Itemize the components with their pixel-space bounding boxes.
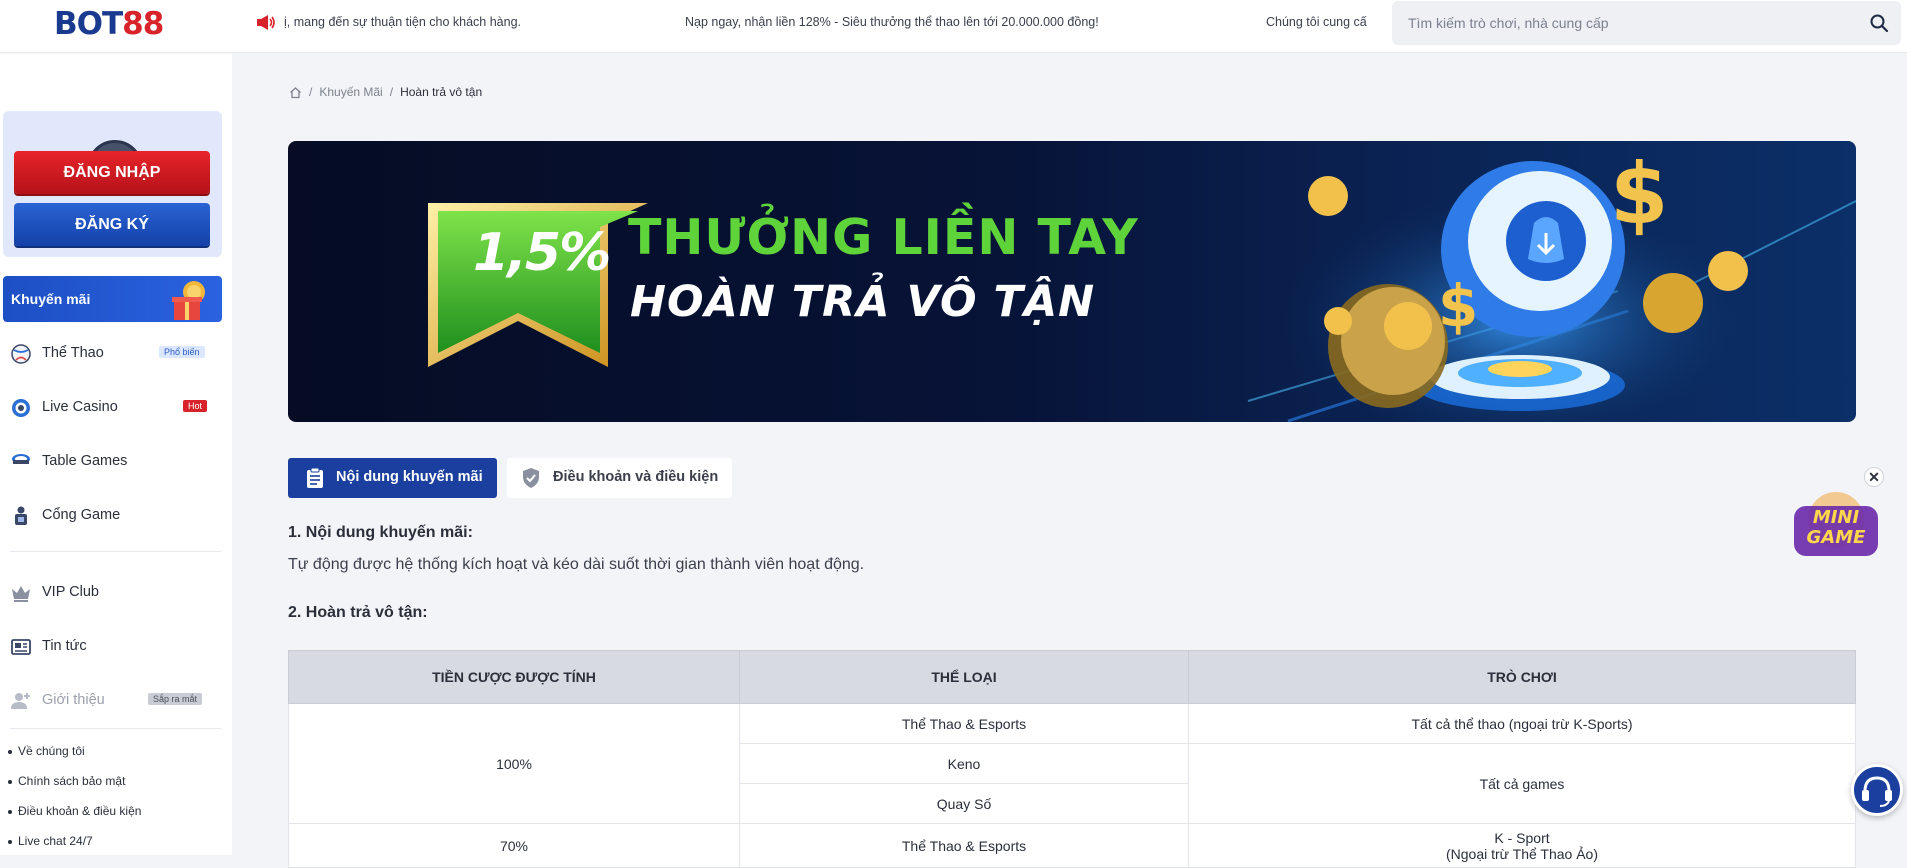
home-icon[interactable] <box>289 86 302 99</box>
svg-text:$: $ <box>1438 272 1478 340</box>
sidebar-item-game-portal[interactable]: Cổng Game <box>0 495 232 535</box>
crown-icon <box>12 586 30 602</box>
section-title-content: 1. Nội dung khuyến mãi: <box>288 524 473 541</box>
sidebar-item-label: Giới thiệu <box>42 692 105 708</box>
sidebar-footer-links: Về chúng tôi Chính sách bảo mật Điều kho… <box>8 744 141 864</box>
privacy-policy-link[interactable]: Chính sách bảo mật <box>8 774 141 804</box>
sidebar-item-live-casino[interactable]: Live Casino Hot <box>0 387 232 427</box>
sidebar-item-label: Table Games <box>42 453 128 469</box>
about-us-link[interactable]: Về chúng tôi <box>8 744 141 774</box>
marquee-text-3: Chúng tôi cung cấ <box>1266 15 1367 29</box>
promo-banner: $ $ 1,5% THƯỞNG LIỀN TAY HOÀN TRẢ VÔ TẬN <box>288 141 1856 422</box>
tab-terms[interactable]: Điều khoản và điều kiện <box>507 458 732 498</box>
sidebar-item-sports[interactable]: Thể Thao Phổ biến <box>0 333 232 373</box>
marquee-text-1: ị, mang đến sự thuận tiện cho khách hàng… <box>284 15 521 29</box>
table-games-icon <box>12 454 30 464</box>
table-row: 70% Thể Thao & Esports K - Sport (Ngoại … <box>288 823 1856 868</box>
table-header-cell: THỂ LOẠI <box>739 650 1189 704</box>
table-header-cell: TIỀN CƯỢC ĐƯỢC TÍNH <box>288 650 740 704</box>
breadcrumb-current: Hoàn trả vô tận <box>400 85 483 99</box>
search-input[interactable] <box>1406 12 1846 34</box>
sidebar-divider <box>10 551 221 552</box>
site-logo[interactable]: B O T 88 <box>54 6 169 42</box>
sports-ball-icon <box>11 344 31 364</box>
sidebar-item-referral: Giới thiệu Sắp ra mắt <box>0 680 232 720</box>
search-icon[interactable] <box>1869 13 1889 33</box>
svg-text:$: $ <box>1610 145 1668 243</box>
sidebar-divider <box>10 728 221 729</box>
breadcrumb: / Khuyến Mãi / Hoàn trả vô tận <box>289 82 482 102</box>
marquee-text-2: Nạp ngay, nhận liền 128% - Siêu thưởng t… <box>685 15 1099 29</box>
coming-soon-badge: Sắp ra mắt <box>148 693 203 705</box>
tab-promo-content[interactable]: Nội dung khuyến mãi <box>288 458 497 498</box>
sidebar-item-label: Khuyến mãi <box>11 291 91 307</box>
gift-icon <box>172 281 205 320</box>
megaphone-icon <box>257 15 275 30</box>
table-cell-category: Quay Số <box>739 783 1189 824</box>
casino-chip-icon <box>12 399 30 417</box>
search-bar <box>1392 1 1901 45</box>
table-cell-game: K - Sport (Ngoại trừ Thể Thao Ảo) <box>1188 823 1856 868</box>
sidebar-item-label: Tin tức <box>42 638 87 654</box>
banner-subheadline: HOÀN TRẢ VÔ TẬN <box>630 277 1096 327</box>
live-chat-link[interactable]: Live chat 24/7 <box>8 834 141 864</box>
login-button[interactable]: ĐĂNG NHẬP <box>14 151 210 194</box>
clipboard-icon <box>307 467 323 488</box>
sidebar-item-vip-club[interactable]: VIP Club <box>0 572 232 612</box>
sidebar-item-label: Thể Thao <box>42 345 104 361</box>
announcement-marquee: ị, mang đến sự thuận tiện cho khách hàng… <box>256 0 1390 45</box>
table-cell-category: Keno <box>739 743 1189 784</box>
sidebar-item-label: VIP Club <box>42 584 99 600</box>
support-chat-button[interactable] <box>1851 764 1903 816</box>
table-cell-rate: 70% <box>288 823 740 868</box>
sidebar-item-promotions[interactable]: Khuyến mãi <box>3 276 222 322</box>
sidebar-item-table-games[interactable]: Table Games <box>0 441 232 481</box>
banner-headline: THƯỞNG LIỀN TAY <box>628 209 1139 266</box>
sidebar-item-news[interactable]: Tin tức <box>0 626 232 666</box>
headset-icon <box>1862 776 1892 807</box>
table-cell-game: Tất cả thể thao (ngoại trừ K-Sports) <box>1188 703 1856 744</box>
hot-badge: Hot <box>183 400 208 412</box>
table-cell-game: Tất cả games <box>1188 743 1856 824</box>
table-cell-category: Thể Thao & Esports <box>739 823 1189 868</box>
shield-check-icon <box>523 468 539 488</box>
section-title-rebate: 2. Hoàn trả vô tận: <box>288 604 428 621</box>
table-cell-rate: 100% <box>288 703 740 824</box>
add-user-icon <box>11 693 30 709</box>
top-header: B O T 88 ị, mang đến sự thuận tiện cho khác… <box>0 0 1907 53</box>
minigame-button[interactable]: MINI GAME <box>1786 478 1886 568</box>
newspaper-icon <box>11 639 31 655</box>
section-text-content: Tự động được hệ thống kích hoạt và kéo d… <box>288 556 865 573</box>
game-portal-icon <box>15 506 27 525</box>
table-header-row: TIỀN CƯỢC ĐƯỢC TÍNH THỂ LOẠI TRÒ CHƠI <box>288 650 1856 704</box>
sidebar-item-label: Live Casino <box>42 399 118 415</box>
banner-percent: 1,5% <box>473 223 611 283</box>
breadcrumb-promotions[interactable]: Khuyến Mãi <box>319 85 382 99</box>
register-button[interactable]: ĐĂNG KÝ <box>14 203 210 246</box>
table-cell-category: Thể Thao & Esports <box>739 703 1189 744</box>
sidebar-item-label: Cổng Game <box>42 507 121 523</box>
table-row: 100% Thể Thao & Esports Tất cả thể thao … <box>288 703 1856 824</box>
popular-badge: Phổ biến <box>159 346 205 358</box>
table-header-cell: TRÒ CHƠI <box>1188 650 1856 704</box>
terms-link[interactable]: Điều khoản & điều kiện <box>8 804 141 834</box>
rebate-table: TIỀN CƯỢC ĐƯỢC TÍNH THỂ LOẠI TRÒ CHƠI 10… <box>288 650 1856 868</box>
